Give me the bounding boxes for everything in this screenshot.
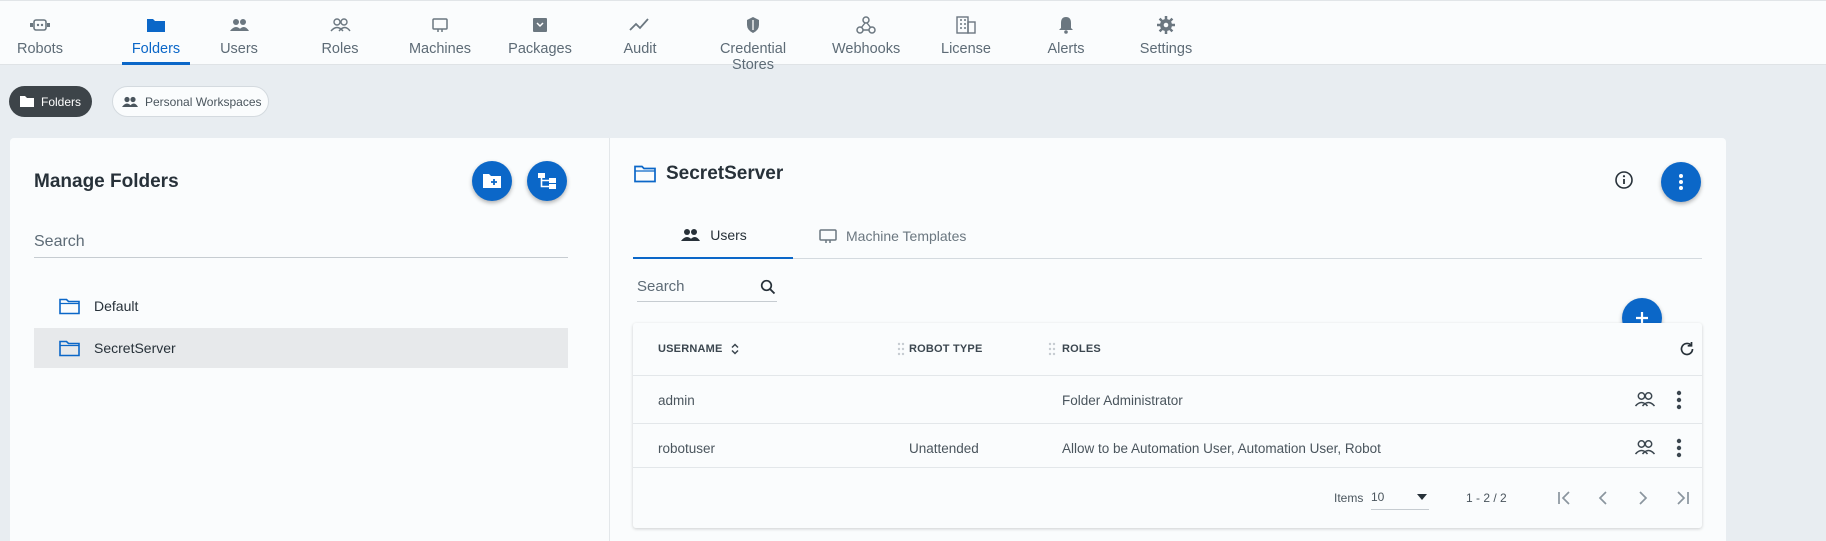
top-navigation: Robots Folders Users Roles Machines Pack… (0, 0, 1826, 73)
chip-folders[interactable]: Folders (9, 86, 92, 117)
tab-machine-templates[interactable]: Machine Templates (819, 213, 966, 259)
users-icon (214, 15, 264, 35)
roles-cell: Folder Administrator (1062, 392, 1183, 408)
last-page-icon[interactable] (1674, 490, 1690, 506)
nav-license[interactable]: License (940, 15, 992, 65)
refresh-icon[interactable] (1679, 341, 1695, 357)
page-range: 1 - 2 / 2 (1466, 491, 1507, 505)
user-roles-icon[interactable] (1634, 391, 1656, 407)
nav-roles[interactable]: Roles (315, 15, 365, 65)
detail-tabs: Users Machine Templates (633, 213, 1702, 259)
webhook-icon (832, 15, 900, 35)
main-card: Manage Folders Default SecretServer Secr… (10, 138, 1726, 541)
nav-packages[interactable]: Packages (505, 15, 575, 65)
add-folder-button[interactable] (472, 161, 512, 201)
folder-item-default[interactable]: Default (34, 286, 568, 326)
roles-icon (315, 15, 365, 35)
column-header-robot-type[interactable]: ROBOT TYPE (909, 323, 983, 375)
package-icon (505, 15, 575, 35)
folder-icon (19, 95, 35, 108)
column-drag-handle-icon[interactable] (897, 342, 905, 356)
folder-item-secretserver[interactable]: SecretServer (34, 328, 568, 368)
users-icon (121, 96, 139, 108)
nav-users[interactable]: Users (214, 15, 264, 65)
column-header-roles[interactable]: ROLES (1062, 323, 1101, 375)
username-cell: robotuser (658, 440, 716, 456)
panel-divider (609, 138, 610, 541)
next-page-icon[interactable] (1637, 490, 1649, 506)
user-search-input[interactable] (637, 278, 752, 295)
manage-folders-title: Manage Folders (34, 171, 179, 192)
folder-outline-icon (634, 165, 656, 183)
monitor-icon (408, 15, 472, 35)
folder-plus-icon (483, 174, 501, 188)
column-drag-handle-icon[interactable] (1048, 342, 1056, 356)
page-size-select[interactable]: 10 (1371, 484, 1429, 510)
table-row[interactable]: admin Folder Administrator (633, 375, 1702, 423)
username-cell: admin (658, 392, 695, 408)
shield-icon (698, 15, 808, 35)
roles-cell: Allow to be Automation User, Automation … (1062, 440, 1381, 456)
gear-icon (1138, 15, 1194, 35)
users-table: USERNAME ROBOT TYPE ROLES admin Folder A… (633, 323, 1702, 528)
nav-audit[interactable]: Audit (614, 15, 666, 65)
previous-page-icon[interactable] (1597, 490, 1609, 506)
nav-machines[interactable]: Machines (408, 15, 472, 65)
nav-robots[interactable]: Robots (10, 15, 70, 65)
robot-icon (10, 15, 70, 35)
items-label: Items (1334, 491, 1364, 505)
folder-more-button[interactable] (1661, 162, 1701, 202)
nav-alerts[interactable]: Alerts (1042, 15, 1090, 65)
folder-icon (122, 15, 190, 35)
row-more-icon[interactable] (1676, 390, 1682, 410)
nav-webhooks[interactable]: Webhooks (832, 15, 900, 65)
users-icon (679, 228, 701, 242)
folder-detail-title: SecretServer (634, 163, 783, 185)
search-icon[interactable] (760, 279, 776, 295)
robot-type-cell: Unattended (909, 440, 979, 456)
dropdown-arrow-icon (1417, 493, 1427, 500)
table-footer: Items 10 1 - 2 / 2 (633, 467, 1702, 528)
building-icon (940, 15, 992, 35)
monitor-icon (819, 228, 837, 244)
folder-outline-icon (59, 340, 80, 357)
user-search-box (637, 272, 777, 302)
nav-folders[interactable]: Folders (122, 15, 190, 65)
folder-search-input[interactable] (34, 226, 568, 258)
trend-icon (614, 15, 666, 35)
chip-personal-workspaces[interactable]: Personal Workspaces (112, 86, 269, 117)
info-icon (1615, 171, 1633, 189)
hierarchy-icon (538, 173, 556, 189)
sort-icon[interactable] (731, 343, 739, 355)
column-header-username[interactable]: USERNAME (658, 323, 739, 375)
nav-credential-stores[interactable]: Credential Stores (698, 15, 808, 73)
folder-hierarchy-button[interactable] (527, 161, 567, 201)
tab-users[interactable]: Users (633, 213, 793, 259)
folder-outline-icon (59, 298, 80, 315)
user-roles-icon[interactable] (1634, 439, 1656, 455)
info-button[interactable] (1614, 170, 1634, 190)
table-row[interactable]: robotuser Unattended Allow to be Automat… (633, 423, 1702, 471)
more-vertical-icon (1679, 174, 1683, 190)
bell-icon (1042, 15, 1090, 35)
row-more-icon[interactable] (1676, 438, 1682, 458)
first-page-icon[interactable] (1557, 490, 1573, 506)
nav-settings[interactable]: Settings (1138, 15, 1194, 65)
